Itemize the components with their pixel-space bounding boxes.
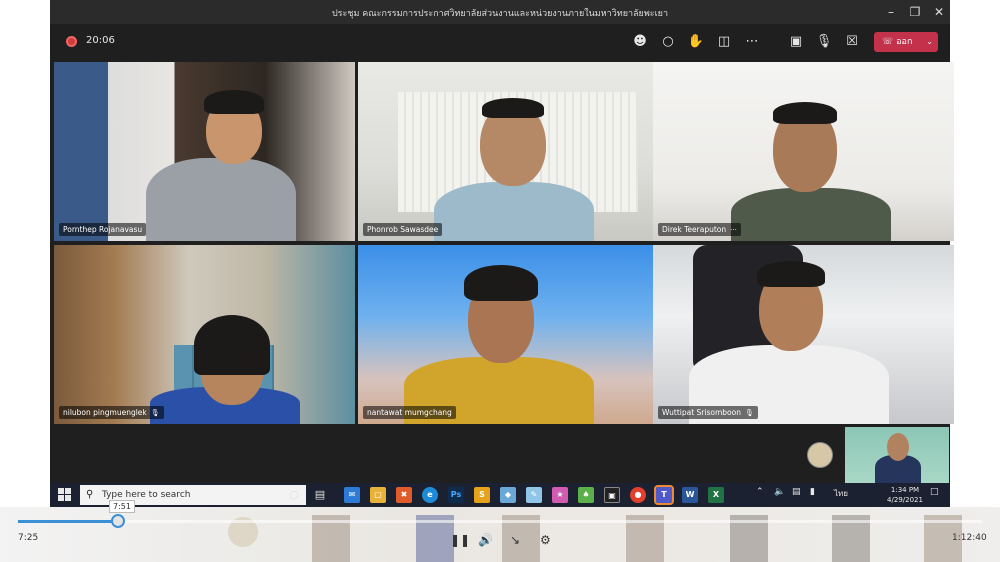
meeting-footer [50,424,950,483]
windows-start-icon[interactable] [58,488,72,502]
mic-muted-icon: 🎙 [744,409,754,417]
participant-name-tag: Pornthep Rojanavasu [59,223,147,236]
app-icon[interactable]: ★ [552,487,568,503]
participant-hair [194,315,270,375]
seek-progress [18,520,119,523]
file-explorer-icon[interactable]: ▢ [370,487,386,503]
video-tile[interactable]: Direk Teeraputon ··· [653,62,954,241]
participant-face [887,433,909,461]
reactions-icon[interactable]: ✋ [686,32,706,52]
video-tile[interactable]: Pornthep Rojanavasu [54,62,355,241]
participant-name: Phonrob Sawasdee [367,225,439,234]
mic-muted-icon: 🎙 [150,409,160,417]
sublime-icon[interactable]: S [474,487,490,503]
network-icon[interactable]: ▤ [792,487,801,497]
search-placeholder: Type here to search [102,490,191,500]
participant-name: nilubon pingmuenglek [63,408,147,417]
recording-icon [66,36,77,47]
avatar[interactable] [807,442,833,468]
participant-hair [482,98,544,118]
task-view-icon[interactable]: ▤ [312,487,328,503]
seek-bar[interactable] [18,514,982,528]
clock-date: 4/29/2021 [887,496,923,504]
teams-meeting-window: ประชุม คณะกรรมการประกาศวิทยาลัยส่วนงานแล… [50,0,954,483]
pause-icon[interactable]: ❚❚ [450,533,470,547]
xampp-icon[interactable]: ✖ [396,487,412,503]
self-view-video[interactable] [845,427,949,483]
participant-hair [204,90,264,114]
seek-preview-strip [0,507,1000,562]
participant-name: Direk Teeraputon [662,225,727,234]
leave-label: ออก [896,37,913,47]
participant-video [731,188,891,241]
video-player-controls: 7:25 ❚❚ 🔊 ↘ ⚙ 1:12:40 [0,507,1000,562]
title-bar: ประชุม คณะกรรมการประกาศวิทยาลัยส่วนงานแล… [50,0,950,24]
chat-icon[interactable]: ○ [658,32,678,52]
more-options-icon[interactable]: ··· [730,226,737,234]
app-icon[interactable]: ▣ [604,487,620,503]
duration: 1:12:40 [952,533,987,543]
participant-hair [773,102,837,124]
participants-icon[interactable]: ☻ [630,32,650,52]
windows-taskbar: ⚲ Type here to search ○ ▤ ✉ ▢ ✖ e Ps S ◆… [50,483,950,507]
clock-time: 1:34 PM [890,486,920,494]
cortana-icon[interactable]: ○ [286,487,302,503]
chevron-down-icon[interactable]: ⌄ [926,32,933,52]
participant-video [434,182,594,241]
volume-icon[interactable]: 🔈 [774,487,785,497]
tray-chevron-icon[interactable]: ⌃ [756,487,764,497]
video-tile[interactable]: nilubon pingmuenglek 🎙 [54,245,355,424]
camera-icon[interactable]: ▣ [786,32,806,52]
taskbar-clock[interactable]: 1:34 PM 4/29/2021 [882,485,928,505]
meeting-toolbar: 20:06 ☻ ○ ✋ ◫ ⋯ ▣ 🎙 ☒ ☏ ออก ⌄ [50,24,950,60]
exit-fullscreen-icon[interactable]: ↘ [510,533,520,547]
meeting-timer: 20:06 [86,35,115,46]
participant-name-tag: nilubon pingmuenglek 🎙 [59,406,164,419]
rooms-icon[interactable]: ◫ [714,32,734,52]
notification-icon[interactable]: □ [930,487,939,497]
participant-name-tag: Phonrob Sawasdee [363,223,443,236]
settings-gear-icon[interactable]: ⚙ [540,533,551,547]
more-actions-icon[interactable]: ⋯ [742,32,762,52]
participant-name: nantawat mumgchang [367,408,452,417]
participant-name-tag: Direk Teeraputon ··· [658,223,741,236]
teams-icon[interactable]: T [654,485,674,505]
app-icon[interactable]: ◆ [500,487,516,503]
participant-hair [464,265,538,301]
participant-name-tag: nantawat mumgchang [363,406,456,419]
window-title: ประชุม คณะกรรมการประกาศวิทยาลัยส่วนงานแล… [331,9,669,19]
current-time: 7:25 [18,533,39,543]
photoshop-icon[interactable]: Ps [448,487,464,503]
language-indicator[interactable]: ไทย [834,487,848,500]
participant-name: Pornthep Rojanavasu [63,225,143,234]
word-icon[interactable]: W [682,487,698,503]
close-icon[interactable]: ✕ [928,3,950,21]
phone-hangup-icon: ☏ [882,37,894,47]
video-tile[interactable]: nantawat mumgchang [358,245,659,424]
microphone-icon[interactable]: 🎙 [814,32,834,52]
seek-time-tooltip: 7:51 [109,500,135,513]
excel-icon[interactable]: X [708,487,724,503]
participant-name: Wuttipat Srisomboon [662,408,741,417]
app-icon[interactable]: ✎ [526,487,542,503]
share-screen-icon[interactable]: ☒ [842,32,862,52]
battery-icon[interactable]: ▮ [810,487,815,497]
participant-video [146,158,296,241]
chrome-icon[interactable]: ● [630,487,646,503]
edge-icon[interactable]: e [422,487,438,503]
minimize-icon[interactable]: – [880,3,902,21]
mail-icon[interactable]: ✉ [344,487,360,503]
volume-icon[interactable]: 🔊 [478,533,493,547]
participant-name-tag: Wuttipat Srisomboon 🎙 [658,406,758,419]
video-tile[interactable]: Phonrob Sawasdee [358,62,659,241]
participant-hair [757,261,825,287]
app-icon[interactable]: ♠ [578,487,594,503]
leave-button[interactable]: ☏ ออก ⌄ [874,32,938,52]
video-tile[interactable]: Wuttipat Srisomboon 🎙 [653,245,954,424]
maximize-icon[interactable]: ❐ [904,3,926,21]
search-icon: ⚲ [86,489,94,500]
screen: ประชุม คณะกรรมการประกาศวิทยาลัยส่วนงานแล… [0,0,1000,562]
